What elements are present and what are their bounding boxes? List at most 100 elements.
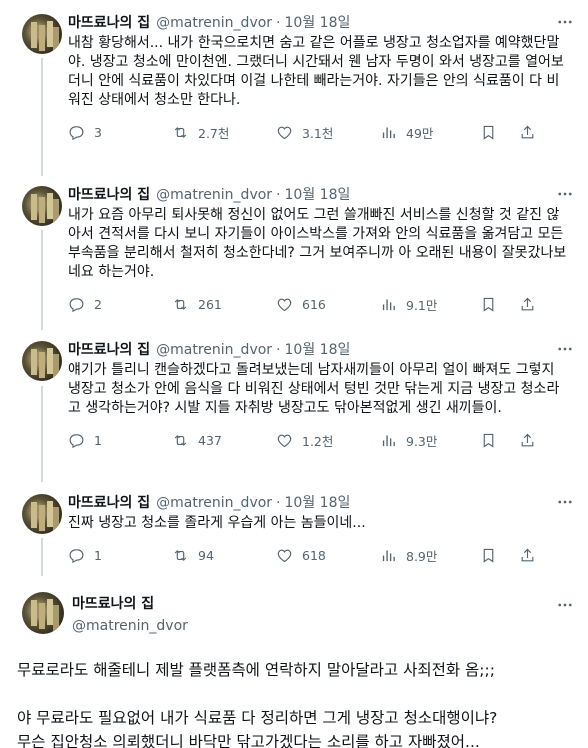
retweet-icon (174, 126, 187, 138)
like-count: 1.2천 (302, 433, 334, 449)
separator-dot: · (276, 495, 281, 511)
tweet-header: 마뜨료나의 집 @matrenin_dvor · 10월 18일 (68, 184, 588, 204)
like-count: 618 (302, 547, 326, 563)
timestamp[interactable]: 10월 18일 (285, 339, 351, 359)
like-button[interactable]: 616 (276, 292, 380, 316)
tweet-text: 내가 요즘 아무리 퇴사못해 정신이 없어도 그런 쓸개빠진 서비스를 신청할 … (68, 206, 568, 282)
like-button[interactable]: 1.2천 (276, 428, 380, 452)
action-bar: 2 261 616 9.1만 (68, 292, 588, 316)
display-name[interactable]: 마뜨료나의 집 (68, 339, 150, 359)
retweet-count: 261 (198, 296, 222, 312)
retweet-button[interactable]: 94 (172, 543, 276, 567)
heart-icon (277, 549, 292, 562)
views-button[interactable]: 9.1만 (380, 292, 484, 316)
avatar[interactable] (22, 14, 62, 54)
avatar[interactable] (22, 494, 62, 534)
reply-button[interactable]: 3 (68, 120, 172, 144)
tweet-header: 마뜨료나의 집 @matrenin_dvor · 10월 18일 (68, 12, 588, 32)
tweet-text-content: 내참 황당해서... 내가 한국으로치면 숨고 같은 어플로 냉장고 청소업자를… (68, 35, 564, 108)
share-icon[interactable] (519, 432, 536, 449)
heart-icon (277, 126, 292, 139)
reply-count: 2 (94, 296, 102, 312)
views-chart-icon (382, 299, 395, 310)
tweet[interactable]: 마뜨료나의 집 @matrenin_dvor · 10월 18일 얘기가 틀리니… (0, 327, 588, 480)
separator-dot: · (276, 187, 281, 203)
more-options-icon[interactable] (556, 185, 574, 203)
action-bar: 3 2.7천 3.1천 49만 (68, 120, 588, 144)
more-options-icon[interactable] (556, 13, 574, 31)
handle[interactable]: @matrenin_dvor (72, 616, 588, 636)
retweet-count: 2.7천 (198, 125, 230, 141)
reply-button[interactable]: 1 (68, 543, 172, 567)
share-icon[interactable] (519, 124, 536, 141)
main-tweet[interactable]: 마뜨료나의 집 @matrenin_dvor 무료로라도 해줄테니 제발 플랫폼… (0, 576, 588, 748)
display-name[interactable]: 마뜨료나의 집 (68, 12, 150, 32)
retweet-button[interactable]: 261 (172, 292, 276, 316)
views-count: 9.3만 (406, 433, 438, 449)
handle[interactable]: @matrenin_dvor (156, 187, 272, 203)
views-chart-icon (382, 550, 395, 561)
share-icon[interactable] (519, 296, 536, 313)
views-count: 49만 (406, 125, 434, 141)
tweet[interactable]: 마뜨료나의 집 @matrenin_dvor · 10월 18일 내가 요즘 아… (0, 172, 588, 327)
views-button[interactable]: 9.3만 (380, 428, 484, 452)
heart-icon (277, 434, 292, 447)
reply-icon (69, 297, 84, 312)
reply-count: 1 (94, 432, 102, 448)
retweet-count: 437 (198, 432, 222, 448)
views-button[interactable]: 49만 (380, 120, 484, 144)
reply-button[interactable]: 1 (68, 428, 172, 452)
retweet-icon (174, 298, 187, 310)
avatar[interactable] (22, 186, 62, 226)
separator-dot: · (276, 342, 281, 358)
reply-button[interactable]: 2 (68, 292, 172, 316)
timestamp[interactable]: 10월 18일 (285, 184, 351, 204)
share-icon[interactable] (519, 547, 536, 564)
more-options-icon[interactable] (556, 340, 574, 358)
handle[interactable]: @matrenin_dvor (156, 15, 272, 31)
handle[interactable]: @matrenin_dvor (156, 342, 272, 358)
tweet-text-content: 얘기가 틀리니 캔슬하겠다고 돌려보냈는데 남자새끼들이 아무리 얼이 빠져도 … (68, 362, 560, 416)
views-chart-icon (382, 435, 395, 446)
tweet-text: 진짜 냉장고 청소를 졸라게 우습게 아는 놈들이네... (68, 514, 568, 533)
retweet-button[interactable]: 2.7천 (172, 120, 276, 144)
tweet-header: 마뜨료나의 집 @matrenin_dvor (72, 590, 588, 636)
retweet-icon (174, 434, 187, 446)
reply-icon (69, 433, 84, 448)
avatar[interactable] (22, 341, 62, 381)
views-count: 9.1만 (406, 297, 438, 313)
avatar[interactable] (22, 592, 64, 634)
timestamp[interactable]: 10월 18일 (285, 492, 351, 512)
tweet-text: 내참 황당해서... 내가 한국으로치면 숨고 같은 어플로 냉장고 청소업자를… (68, 34, 568, 110)
views-chart-icon (382, 127, 395, 138)
like-button[interactable]: 618 (276, 543, 380, 567)
bookmark-icon[interactable] (480, 547, 497, 564)
display-name[interactable]: 마뜨료나의 집 (72, 595, 588, 614)
timestamp[interactable]: 10월 18일 (285, 12, 351, 32)
retweet-icon (174, 549, 187, 561)
retweet-button[interactable]: 437 (172, 428, 276, 452)
display-name[interactable]: 마뜨료나의 집 (68, 492, 150, 512)
reply-count: 3 (94, 124, 102, 140)
bookmark-icon[interactable] (480, 296, 497, 313)
bookmark-icon[interactable] (480, 432, 497, 449)
share-group (480, 296, 536, 313)
reply-icon (69, 125, 84, 140)
tweet-text-content: 진짜 냉장고 청소를 졸라게 우습게 아는 놈들이네... (68, 515, 366, 531)
bookmark-icon[interactable] (480, 124, 497, 141)
action-bar: 1 94 618 8.9만 (68, 543, 588, 567)
more-options-icon[interactable] (556, 596, 574, 614)
like-button[interactable]: 3.1천 (276, 120, 380, 144)
tweet[interactable]: 마뜨료나의 집 @matrenin_dvor · 10월 18일 진짜 냉장고 … (0, 480, 588, 576)
like-count: 3.1천 (302, 125, 334, 141)
more-options-icon[interactable] (556, 493, 574, 511)
tweet-paragraph: 무슨 집안청소 의뢰했더니 바닥만 닦고가겠다는 소리를 하고 자빠졌어... (17, 733, 480, 748)
handle[interactable]: @matrenin_dvor (156, 495, 272, 511)
like-count: 616 (302, 296, 326, 312)
tweet[interactable]: 마뜨료나의 집 @matrenin_dvor · 10월 18일 내참 황당해서… (0, 0, 588, 172)
separator-dot: · (276, 15, 281, 31)
display-name[interactable]: 마뜨료나의 집 (68, 184, 150, 204)
views-button[interactable]: 8.9만 (380, 543, 484, 567)
thread: 마뜨료나의 집 @matrenin_dvor · 10월 18일 내참 황당해서… (0, 0, 588, 748)
